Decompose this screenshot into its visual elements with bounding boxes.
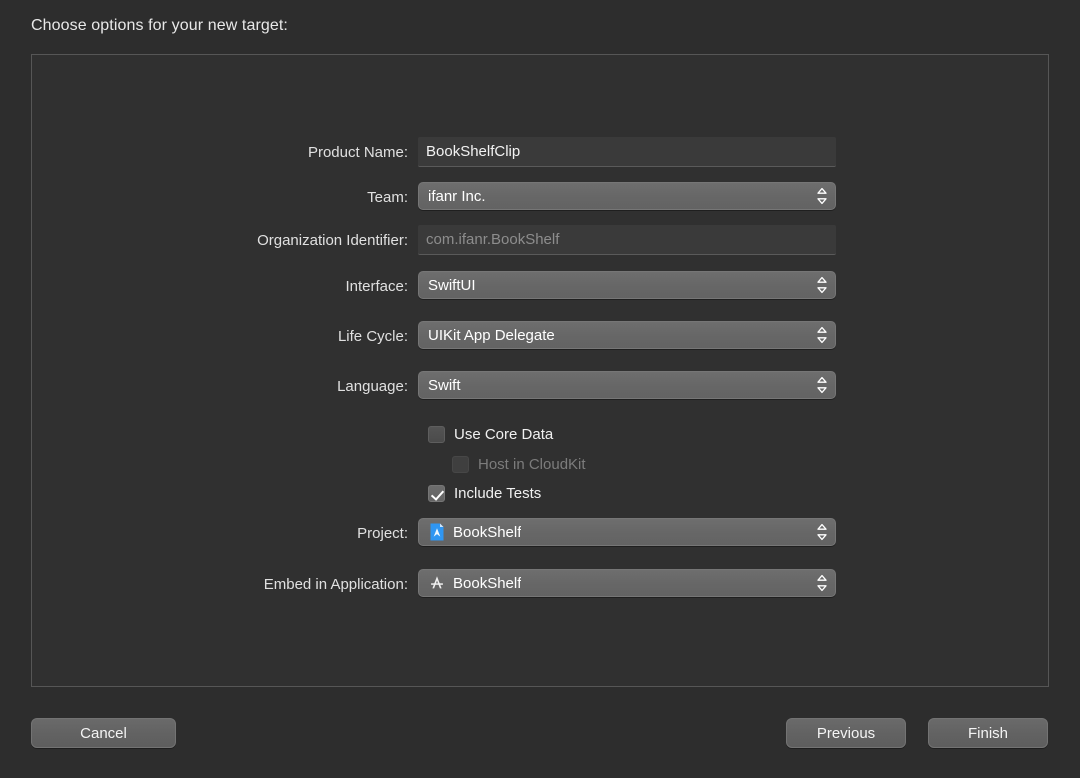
form-row-team: Team: ifanr Inc. — [32, 182, 1048, 212]
chevron-up-down-icon — [816, 187, 828, 205]
chevron-up-down-icon — [816, 376, 828, 394]
checkbox-row-include_tests[interactable]: Include Tests — [428, 482, 541, 504]
product_name-input[interactable]: BookShelfClip — [418, 137, 836, 167]
checkbox-use_core_data[interactable] — [428, 426, 445, 443]
form-row-interface: Interface: SwiftUI — [32, 271, 1048, 301]
form-row-life_cycle: Life Cycle: UIKit App Delegate — [32, 321, 1048, 351]
team-value: ifanr Inc. — [428, 188, 486, 205]
label-embed_in_application: Embed in Application: — [32, 576, 418, 593]
finish-button[interactable]: Finish — [928, 718, 1048, 748]
field-wrapper-product_name: BookShelfClip — [418, 137, 836, 167]
life_cycle-value: UIKit App Delegate — [428, 327, 555, 344]
interface-select[interactable]: SwiftUI — [418, 271, 836, 299]
page-title: Choose options for your new target: — [31, 17, 288, 35]
embed_in_application-select[interactable]: BookShelf — [418, 569, 836, 597]
embed_in_application-value: BookShelf — [453, 575, 521, 592]
checkbox-row-host_in_cloudkit: Host in CloudKit — [452, 453, 586, 475]
form-row-product_name: Product Name:BookShelfClip — [32, 137, 1048, 167]
checkbox-row-use_core_data[interactable]: Use Core Data — [428, 423, 553, 445]
organization_identifier-input[interactable]: com.ifanr.BookShelf — [418, 225, 836, 255]
label-product_name: Product Name: — [32, 144, 418, 161]
field-wrapper-life_cycle: UIKit App Delegate — [418, 321, 836, 351]
options-panel: Product Name:BookShelfClip Team: ifanr Inc… — [31, 54, 1049, 687]
checkbox-label-use_core_data: Use Core Data — [454, 426, 553, 443]
field-wrapper-embed_in_application: BookShelf — [418, 569, 836, 599]
form-row-project: Project: BookShelf — [32, 518, 1048, 548]
project-value: BookShelf — [453, 524, 521, 541]
field-wrapper-project: BookShelf — [418, 518, 836, 548]
checkbox-host_in_cloudkit — [452, 456, 469, 473]
team-select[interactable]: ifanr Inc. — [418, 182, 836, 210]
label-life_cycle: Life Cycle: — [32, 328, 418, 345]
previous-button[interactable]: Previous — [786, 718, 906, 748]
chevron-up-down-icon — [816, 276, 828, 294]
language-select[interactable]: Swift — [418, 371, 836, 399]
checkbox-label-host_in_cloudkit: Host in CloudKit — [478, 456, 586, 473]
chevron-up-down-icon — [816, 326, 828, 344]
language-value: Swift — [428, 377, 461, 394]
chevron-up-down-icon — [816, 574, 828, 592]
xcode-project-document-icon — [428, 523, 446, 541]
field-wrapper-team: ifanr Inc. — [418, 182, 836, 212]
label-interface: Interface: — [32, 278, 418, 295]
label-language: Language: — [32, 378, 418, 395]
form-row-embed_in_application: Embed in Application: BookShelf — [32, 569, 1048, 599]
form-row-language: Language: Swift — [32, 371, 1048, 401]
app-store-app-icon — [428, 574, 446, 592]
label-project: Project: — [32, 525, 418, 542]
label-team: Team: — [32, 189, 418, 206]
project-select[interactable]: BookShelf — [418, 518, 836, 546]
checkbox-label-include_tests: Include Tests — [454, 485, 541, 502]
field-wrapper-interface: SwiftUI — [418, 271, 836, 301]
field-wrapper-organization_identifier: com.ifanr.BookShelf — [418, 225, 836, 255]
checkbox-include_tests[interactable] — [428, 485, 445, 502]
label-organization_identifier: Organization Identifier: — [32, 232, 418, 249]
chevron-up-down-icon — [816, 523, 828, 541]
cancel-button[interactable]: Cancel — [31, 718, 176, 748]
form-row-organization_identifier: Organization Identifier:com.ifanr.BookSh… — [32, 225, 1048, 255]
target-options-dialog: Choose options for your new target: Prod… — [0, 0, 1080, 778]
interface-value: SwiftUI — [428, 277, 476, 294]
life_cycle-select[interactable]: UIKit App Delegate — [418, 321, 836, 349]
field-wrapper-language: Swift — [418, 371, 836, 401]
